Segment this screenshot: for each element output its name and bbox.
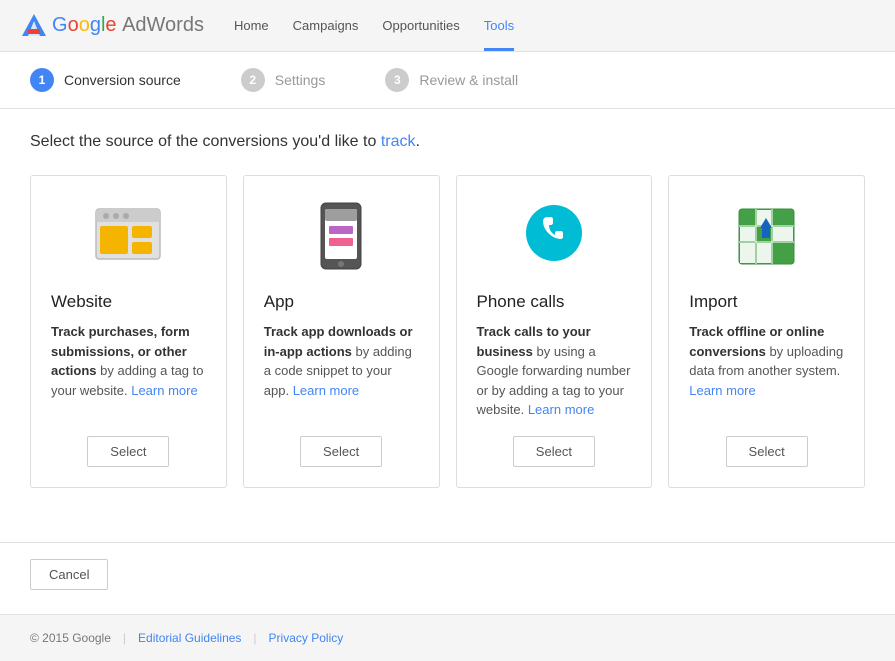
app-learn-more[interactable]: Learn more — [293, 383, 359, 398]
card-app: App Track app downloads or in-app action… — [243, 175, 440, 488]
main-content: Select the source of the conversions you… — [0, 109, 895, 542]
adwords-logo-icon — [20, 12, 48, 40]
card-app-title: App — [264, 292, 419, 312]
conversion-cards: Website Track purchases, form submission… — [30, 175, 865, 488]
card-phone: Phone calls Track calls to your business… — [456, 175, 653, 488]
header: Google AdWords Home Campaigns Opportunit… — [0, 0, 895, 52]
cancel-button[interactable]: Cancel — [30, 559, 108, 590]
nav-campaigns[interactable]: Campaigns — [293, 0, 359, 51]
import-select-button[interactable]: Select — [726, 436, 808, 467]
card-import-desc: Track offline or online conversions by u… — [689, 322, 844, 420]
footer-sep-1: | — [123, 631, 126, 645]
footer: © 2015 Google | Editorial Guidelines | P… — [0, 614, 895, 661]
card-phone-title: Phone calls — [477, 292, 632, 312]
logo: Google AdWords — [20, 12, 204, 40]
nav-home[interactable]: Home — [234, 0, 269, 51]
card-website: Website Track purchases, form submission… — [30, 175, 227, 488]
card-import: Import Track offline or online conversio… — [668, 175, 865, 488]
stepper: 1 Conversion source 2 Settings 3 Review … — [0, 52, 895, 109]
import-icon — [689, 196, 844, 276]
step-2-label: Settings — [275, 72, 326, 88]
logo-text: Google AdWords — [52, 14, 204, 37]
footer-sep-2: | — [253, 631, 256, 645]
card-phone-desc: Track calls to your business by using a … — [477, 322, 632, 420]
step-1: 1 Conversion source — [30, 68, 181, 92]
step-3-label: Review & install — [419, 72, 518, 88]
phone-calls-icon — [477, 196, 632, 276]
editorial-guidelines-link[interactable]: Editorial Guidelines — [138, 631, 241, 645]
step-3-number: 3 — [385, 68, 409, 92]
page-title: Select the source of the conversions you… — [30, 133, 865, 151]
phone-select-button[interactable]: Select — [513, 436, 595, 467]
card-website-title: Website — [51, 292, 206, 312]
website-select-button[interactable]: Select — [87, 436, 169, 467]
card-website-desc: Track purchases, form submissions, or ot… — [51, 322, 206, 420]
phone-learn-more[interactable]: Learn more — [528, 402, 594, 417]
privacy-policy-link[interactable]: Privacy Policy — [269, 631, 344, 645]
cancel-area: Cancel — [0, 542, 895, 614]
step-3: 3 Review & install — [385, 68, 518, 92]
step-1-label: Conversion source — [64, 72, 181, 88]
step-1-number: 1 — [30, 68, 54, 92]
app-select-button[interactable]: Select — [300, 436, 382, 467]
step-2-number: 2 — [241, 68, 265, 92]
website-learn-more[interactable]: Learn more — [131, 383, 197, 398]
card-app-desc: Track app downloads or in-app actions by… — [264, 322, 419, 420]
main-nav: Home Campaigns Opportunities Tools — [234, 0, 514, 51]
card-import-title: Import — [689, 292, 844, 312]
website-icon — [51, 196, 206, 276]
step-2: 2 Settings — [241, 68, 326, 92]
app-icon — [264, 196, 419, 276]
nav-tools[interactable]: Tools — [484, 0, 514, 51]
copyright: © 2015 Google — [30, 631, 111, 645]
nav-opportunities[interactable]: Opportunities — [382, 0, 459, 51]
import-learn-more[interactable]: Learn more — [689, 383, 755, 398]
